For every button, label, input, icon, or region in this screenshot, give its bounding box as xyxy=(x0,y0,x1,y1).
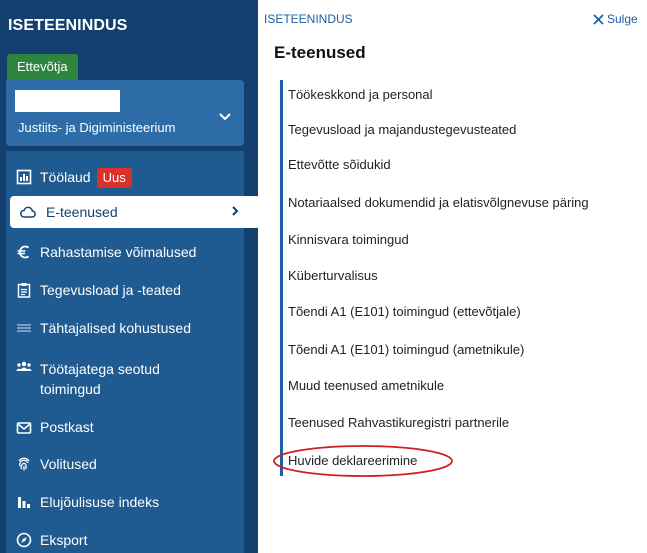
e-services-panel: ISETEENINDUS Sulge E-teenused Töökeskkon… xyxy=(258,0,647,553)
sidebar-item-viability-index[interactable]: Elujõulisuse indeks xyxy=(6,491,244,515)
service-link[interactable]: Tõendi A1 (E101) toimingud (ettevõtjale) xyxy=(288,304,521,319)
sidebar-item-label: Volitused xyxy=(40,456,97,472)
sidebar-item-employees[interactable]: Töötajatega seotud toimingud xyxy=(6,356,244,402)
sidebar-item-label: Elujõulisuse indeks xyxy=(40,494,160,510)
service-link[interactable]: Kinnisvara toimingud xyxy=(288,232,409,247)
list-icon xyxy=(17,324,31,332)
compass-icon xyxy=(16,532,32,548)
euro-icon xyxy=(17,245,30,259)
sidebar-item-label: E-teenused xyxy=(46,204,118,220)
close-button[interactable]: Sulge xyxy=(593,12,638,26)
sidebar-item-label: Tegevusload ja -teated xyxy=(40,282,181,298)
sidebar-item-authorizations[interactable]: Volitused xyxy=(6,453,244,477)
sidebar-item-label: Töölaud xyxy=(40,169,91,185)
new-badge: Uus xyxy=(96,168,132,188)
people-icon xyxy=(16,361,32,371)
clipboard-icon xyxy=(17,283,31,298)
account-name-redacted xyxy=(15,90,120,112)
close-label: Sulge xyxy=(607,12,638,26)
services-list-bar xyxy=(280,80,283,476)
sidebar: ISETEENINDUS Ettevõtja Justiits- ja Digi… xyxy=(0,0,258,553)
service-link[interactable]: Muud teenused ametnikule xyxy=(288,378,444,393)
service-link[interactable]: Tegevusload ja majandustegevusteated xyxy=(288,122,516,137)
sidebar-item-deadlines[interactable]: Tähtajalised kohustused xyxy=(6,317,244,341)
sidebar-item-label: Rahastamise võimalused xyxy=(40,244,197,260)
service-link[interactable]: Ettevõtte sõidukid xyxy=(288,157,391,172)
sidebar-item-label: Postkast xyxy=(40,419,94,435)
sidebar-item-e-services[interactable]: E-teenused xyxy=(10,196,258,228)
service-link[interactable]: Teenused Rahvastikuregistri partnerile xyxy=(288,415,509,430)
sidebar-item-label: Töötajatega seotud toimingud xyxy=(40,361,160,397)
account-selector[interactable]: Justiits- ja Digiministeerium xyxy=(6,80,244,146)
sidebar-nav: Töölaud Uus E-teenused Rahastamise võimal… xyxy=(6,151,258,553)
breadcrumb[interactable]: ISETEENINDUS xyxy=(264,12,353,26)
sidebar-item-label: Tähtajalised kohustused xyxy=(40,320,191,336)
service-link[interactable]: Notariaalsed dokumendid ja elatisvõlgnev… xyxy=(288,195,589,210)
service-link[interactable]: Tõendi A1 (E101) toimingud (ametnikule) xyxy=(288,342,524,357)
cloud-icon xyxy=(20,206,36,218)
fingerprint-icon xyxy=(18,457,30,471)
sidebar-item-label: Eksport xyxy=(40,532,88,548)
service-link[interactable]: Töökeskkond ja personal xyxy=(288,87,433,102)
close-icon xyxy=(593,14,604,25)
sidebar-item-export[interactable]: Eksport xyxy=(6,529,244,553)
sidebar-item-funding[interactable]: Rahastamise võimalused xyxy=(6,241,244,265)
mail-icon xyxy=(16,422,32,434)
service-link[interactable]: Küberturvalisus xyxy=(288,268,378,283)
annotation-highlight-ellipse xyxy=(273,445,453,477)
page-title: E-teenused xyxy=(274,43,366,62)
sidebar-title: ISETEENINDUS xyxy=(8,17,128,34)
bar-chart-icon xyxy=(18,497,30,508)
role-tab-company[interactable]: Ettevõtja xyxy=(7,54,78,80)
chevron-down-icon[interactable] xyxy=(218,110,232,124)
sidebar-item-licences[interactable]: Tegevusload ja -teated xyxy=(6,279,244,303)
chevron-right-icon xyxy=(232,206,239,216)
sidebar-item-mailbox[interactable]: Postkast xyxy=(6,416,244,440)
account-organization: Justiits- ja Digiministeerium xyxy=(18,120,176,135)
dashboard-icon xyxy=(16,169,32,185)
sidebar-item-dashboard[interactable]: Töölaud Uus xyxy=(6,165,244,189)
